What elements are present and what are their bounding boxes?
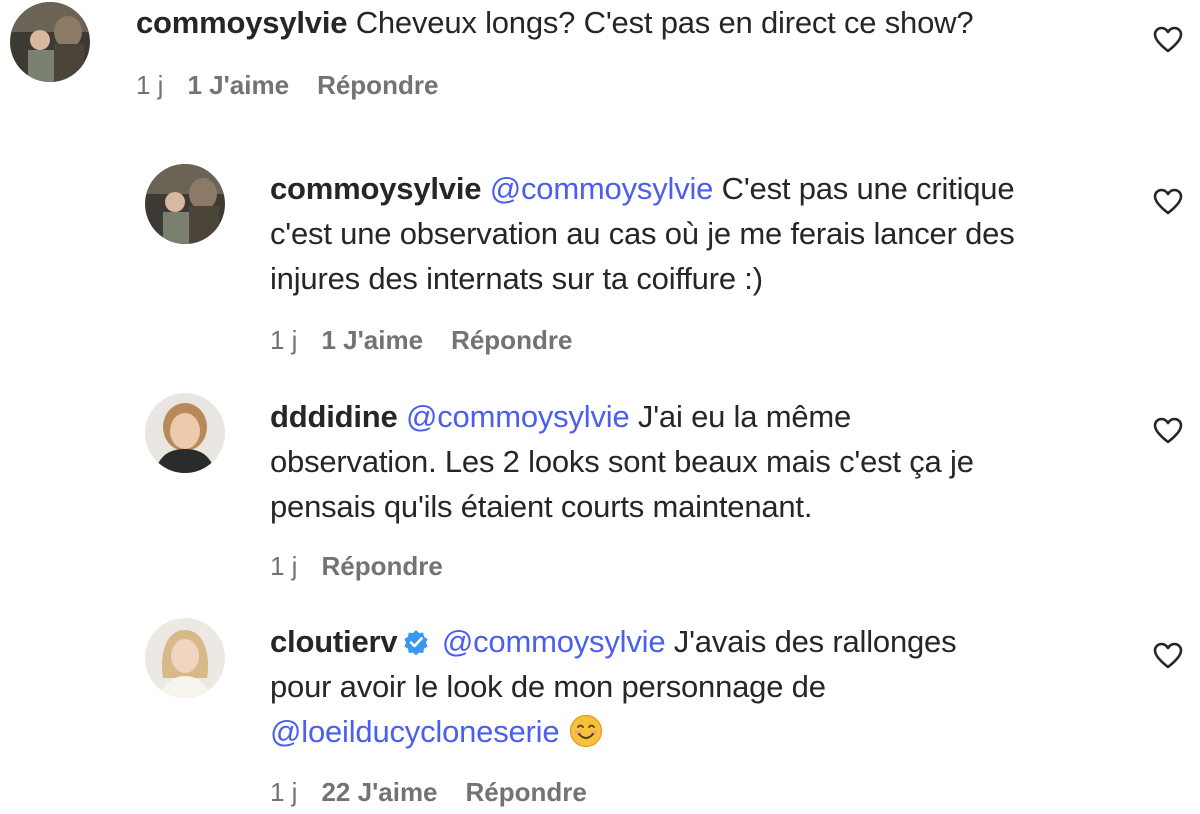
comment-text: dddidine @commoysylvie J'ai eu la même o…	[270, 394, 1140, 529]
avatar[interactable]	[10, 2, 90, 82]
avatar[interactable]	[145, 618, 225, 698]
mention-link[interactable]: @commoysylvie	[406, 399, 630, 434]
comment-content: C'est pas une critique	[721, 171, 1015, 206]
comment-text: commoysylvie Cheveux longs? C'est pas en…	[136, 0, 1136, 45]
reply-button[interactable]: Répondre	[466, 777, 587, 807]
timestamp[interactable]: 1 j	[270, 551, 297, 581]
comment-meta: 1 j 1 J'aime Répondre	[136, 70, 466, 101]
comment-content: pour avoir le look de mon personnage de	[270, 669, 826, 704]
comment-content: c'est une observation au cas où je me fe…	[270, 216, 1015, 251]
like-heart-icon[interactable]	[1153, 642, 1183, 670]
comment-meta: 1 j 1 J'aime Répondre	[270, 325, 600, 356]
comment-content: Cheveux longs? C'est pas en direct ce sh…	[355, 5, 974, 40]
like-heart-icon[interactable]	[1153, 417, 1183, 445]
username[interactable]: cloutierv	[270, 624, 398, 659]
mention-link[interactable]: @commoysylvie	[490, 171, 714, 206]
woman-portrait-avatar	[145, 393, 225, 473]
likes-count[interactable]: 22 J'aime	[321, 777, 437, 807]
verified-badge-icon	[403, 629, 429, 655]
likes-count[interactable]: 1 J'aime	[321, 325, 423, 355]
mention-link[interactable]: @commoysylvie	[442, 624, 666, 659]
comment-content: injures des internats sur ta coiffure :)	[270, 261, 763, 296]
username[interactable]: commoysylvie	[270, 171, 481, 206]
comment-meta: 1 j 22 J'aime Répondre	[270, 777, 615, 808]
reply-button[interactable]: Répondre	[451, 325, 572, 355]
comment-content: J'avais des rallonges	[673, 624, 957, 659]
smiling-face-emoji-icon	[569, 714, 603, 748]
family-photo-avatar	[10, 2, 90, 82]
timestamp[interactable]: 1 j	[136, 70, 163, 100]
username[interactable]: dddidine	[270, 399, 398, 434]
mention-link[interactable]: @loeilducycloneserie	[270, 714, 560, 749]
username[interactable]: commoysylvie	[136, 5, 347, 40]
blonde-woman-avatar	[145, 618, 225, 698]
comment-meta: 1 j Répondre	[270, 551, 471, 582]
timestamp[interactable]: 1 j	[270, 777, 297, 807]
reply-button[interactable]: Répondre	[321, 551, 442, 581]
family-photo-avatar	[145, 164, 225, 244]
comment-content: pensais qu'ils étaient courts maintenant…	[270, 489, 813, 524]
like-heart-icon[interactable]	[1153, 26, 1183, 54]
comment-content: J'ai eu la même	[637, 399, 852, 434]
comment-text: commoysylvie @commoysylvie C'est pas une…	[270, 166, 1140, 301]
timestamp[interactable]: 1 j	[270, 325, 297, 355]
comment-content: observation. Les 2 looks sont beaux mais…	[270, 444, 974, 479]
avatar[interactable]	[145, 393, 225, 473]
reply-button[interactable]: Répondre	[317, 70, 438, 100]
like-heart-icon[interactable]	[1153, 188, 1183, 216]
comment-text: cloutierv @commoysylvie J'avais des rall…	[270, 619, 1140, 754]
avatar[interactable]	[145, 164, 225, 244]
likes-count[interactable]: 1 J'aime	[187, 70, 289, 100]
